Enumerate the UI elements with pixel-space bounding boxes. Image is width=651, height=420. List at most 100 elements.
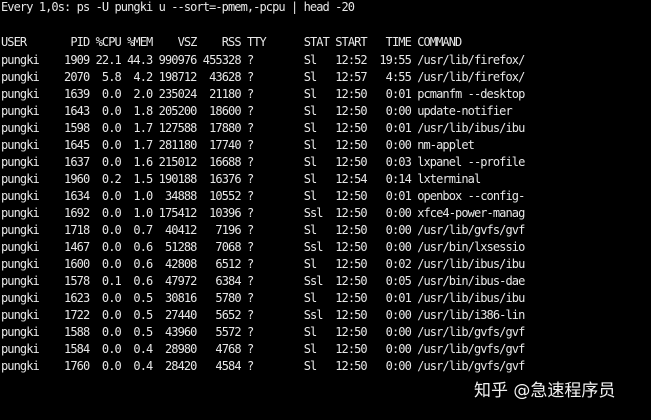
cell-command: lxterminal bbox=[417, 172, 481, 186]
cell-tty: ? bbox=[246, 342, 298, 356]
cell-tty: ? bbox=[246, 87, 298, 101]
table-row: pungki 1623 0.0 0.5 30816 5780 ? Sl 12:5… bbox=[1, 290, 525, 307]
table-header: USER PID %CPU %MEM VSZ RSS TTY STAT STAR… bbox=[1, 34, 462, 51]
header-start: START bbox=[335, 35, 367, 49]
cell-tty: ? bbox=[246, 53, 298, 67]
cell-rss: 17740 bbox=[202, 138, 241, 152]
cell-cpu: 0.0 bbox=[95, 189, 122, 203]
cell-user: pungki bbox=[1, 291, 52, 305]
cell-command: /usr/lib/ibus/ibu bbox=[417, 121, 525, 135]
cell-cpu: 0.0 bbox=[95, 87, 122, 101]
cell-command: pcmanfm --desktop bbox=[417, 87, 525, 101]
terminal-window[interactable]: Every 1,0s: ps -U pungki u --sort=-pmem,… bbox=[1, 0, 651, 420]
table-row: pungki 2070 5.8 4.2 198712 43628 ? Sl 12… bbox=[1, 69, 525, 86]
cell-mem: 1.7 bbox=[127, 138, 153, 152]
cell-time: 0:00 bbox=[373, 308, 412, 322]
cell-pid: 2070 bbox=[57, 70, 90, 84]
cell-start: 12:50 bbox=[335, 223, 367, 237]
cell-mem: 0.6 bbox=[127, 274, 153, 288]
cell-rss: 18600 bbox=[202, 104, 241, 118]
cell-vsz: 198712 bbox=[158, 70, 198, 84]
cell-command: /usr/lib/gvfs/gvf bbox=[417, 223, 525, 237]
cell-mem: 0.5 bbox=[127, 308, 153, 322]
cell-mem: 1.0 bbox=[127, 189, 153, 203]
cell-user: pungki bbox=[1, 342, 52, 356]
cell-time: 0:14 bbox=[373, 172, 412, 186]
cell-time: 0:00 bbox=[373, 240, 412, 254]
cell-rss: 5572 bbox=[202, 325, 241, 339]
cell-start: 12:50 bbox=[335, 308, 367, 322]
cell-stat: Sl bbox=[303, 104, 329, 118]
cell-start: 12:54 bbox=[335, 172, 367, 186]
cell-start: 12:50 bbox=[335, 325, 367, 339]
cell-mem: 1.0 bbox=[127, 206, 153, 220]
cell-pid: 1634 bbox=[57, 189, 90, 203]
cell-mem: 0.6 bbox=[127, 240, 153, 254]
cell-time: 0:01 bbox=[373, 121, 412, 135]
cell-start: 12:50 bbox=[335, 274, 367, 288]
watermark: 知乎 @急速程序员 bbox=[474, 381, 616, 401]
cell-rss: 16376 bbox=[202, 172, 241, 186]
cell-pid: 1588 bbox=[57, 325, 90, 339]
table-row: pungki 1578 0.1 0.6 47972 6384 ? Ssl 12:… bbox=[1, 273, 525, 290]
header-stat: STAT bbox=[303, 35, 330, 49]
cell-tty: ? bbox=[246, 274, 298, 288]
cell-time: 4:55 bbox=[373, 70, 412, 84]
cell-user: pungki bbox=[1, 223, 52, 237]
cell-time: 0:01 bbox=[373, 189, 412, 203]
cell-time: 0:00 bbox=[373, 359, 412, 373]
cell-cpu: 0.0 bbox=[95, 104, 122, 118]
cell-stat: Sl bbox=[303, 53, 329, 67]
cell-time: 0:05 bbox=[373, 274, 412, 288]
cell-vsz: 281180 bbox=[158, 138, 198, 152]
cell-start: 12:50 bbox=[335, 138, 367, 152]
cell-mem: 1.6 bbox=[127, 155, 153, 169]
cell-command: lxpanel --profile bbox=[417, 155, 525, 169]
cell-pid: 1578 bbox=[57, 274, 90, 288]
cell-user: pungki bbox=[1, 206, 52, 220]
cell-rss: 5780 bbox=[202, 291, 241, 305]
cell-command: /usr/lib/firefox/ bbox=[417, 53, 525, 67]
cell-rss: 4584 bbox=[202, 359, 241, 373]
cell-command: openbox --config- bbox=[417, 189, 525, 203]
cell-rss: 17880 bbox=[202, 121, 241, 135]
cell-command: /usr/lib/i386-lin bbox=[417, 308, 525, 322]
cell-time: 0:00 bbox=[373, 342, 412, 356]
cell-rss: 10396 bbox=[202, 206, 241, 220]
cell-stat: Ssl bbox=[303, 240, 329, 254]
cell-pid: 1639 bbox=[57, 87, 90, 101]
cell-start: 12:50 bbox=[335, 240, 367, 254]
cell-start: 12:50 bbox=[335, 359, 367, 373]
cell-stat: Sl bbox=[303, 291, 329, 305]
cell-time: 0:00 bbox=[373, 138, 412, 152]
cell-cpu: 0.0 bbox=[95, 257, 122, 271]
cell-user: pungki bbox=[1, 53, 52, 67]
cell-cpu: 0.0 bbox=[95, 206, 122, 220]
table-row: pungki 1637 0.0 1.6 215012 16688 ? Sl 12… bbox=[1, 154, 525, 171]
table-row: pungki 1588 0.0 0.5 43960 5572 ? Sl 12:5… bbox=[1, 324, 525, 341]
cell-vsz: 215012 bbox=[158, 155, 198, 169]
cell-mem: 0.5 bbox=[127, 291, 153, 305]
cell-start: 12:50 bbox=[335, 121, 367, 135]
watch-header: Every 1,0s: ps -U pungki u --sort=-pmem,… bbox=[1, 0, 355, 14]
cell-command: /usr/lib/ibus/ibu bbox=[417, 291, 525, 305]
cell-start: 12:50 bbox=[335, 257, 367, 271]
cell-user: pungki bbox=[1, 325, 52, 339]
cell-user: pungki bbox=[1, 87, 52, 101]
cell-stat: Sl bbox=[303, 155, 329, 169]
table-row: pungki 1634 0.0 1.0 34888 10552 ? Sl 12:… bbox=[1, 188, 525, 205]
cell-time: 0:01 bbox=[373, 87, 412, 101]
cell-time: 0:02 bbox=[373, 257, 412, 271]
cell-stat: Ssl bbox=[303, 308, 329, 322]
cell-vsz: 34888 bbox=[158, 189, 197, 203]
cell-user: pungki bbox=[1, 274, 52, 288]
cell-vsz: 190188 bbox=[158, 172, 198, 186]
cell-vsz: 127588 bbox=[158, 121, 198, 135]
cell-pid: 1692 bbox=[57, 206, 90, 220]
cell-pid: 1600 bbox=[57, 257, 90, 271]
cell-tty: ? bbox=[246, 138, 298, 152]
cell-tty: ? bbox=[246, 308, 298, 322]
cell-vsz: 990976 bbox=[158, 53, 198, 67]
table-row: pungki 1643 0.0 1.8 205200 18600 ? Sl 12… bbox=[1, 103, 513, 120]
cell-vsz: 30816 bbox=[158, 291, 197, 305]
